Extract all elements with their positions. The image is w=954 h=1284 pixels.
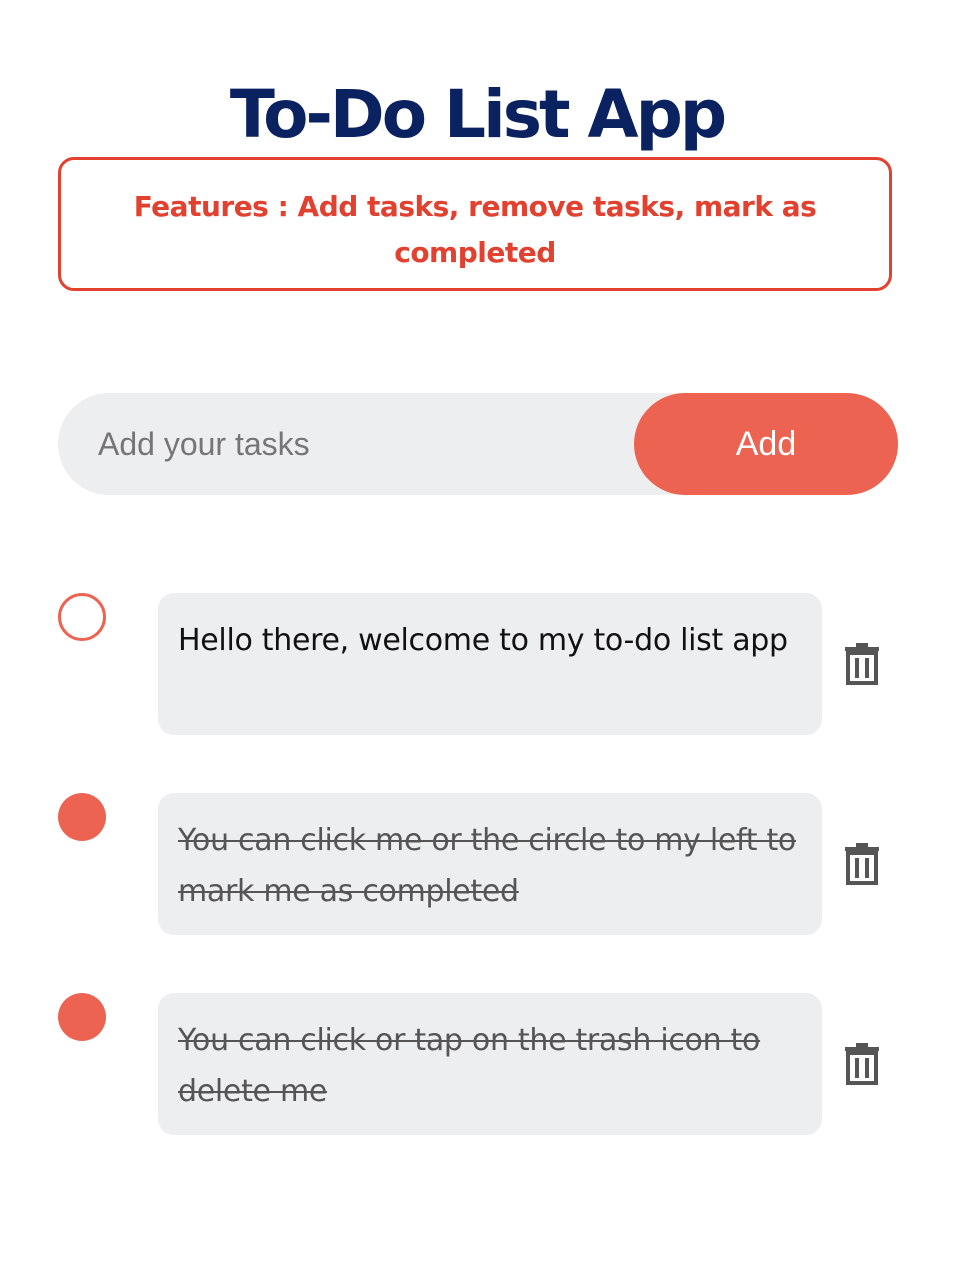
task-text[interactable]: You can click or tap on the trash icon t… [158, 993, 822, 1135]
add-button[interactable]: Add [634, 393, 898, 495]
circle-icon[interactable] [58, 793, 106, 841]
trash-icon[interactable] [844, 1043, 880, 1085]
task-item: Hello there, welcome to my to-do list ap… [58, 593, 898, 735]
task-item: You can click or tap on the trash icon t… [58, 993, 898, 1135]
todo-app: To-Do List App Features : Add tasks, rem… [0, 0, 954, 1284]
task-text[interactable]: You can click me or the circle to my lef… [158, 793, 822, 935]
features-banner: Features : Add tasks, remove tasks, mark… [58, 157, 892, 291]
page-title: To-Do List App [229, 76, 727, 154]
trash-icon[interactable] [844, 643, 880, 685]
add-task-bar: Add [58, 393, 898, 495]
task-item: You can click me or the circle to my lef… [58, 793, 898, 935]
task-input[interactable] [58, 393, 618, 495]
task-text[interactable]: Hello there, welcome to my to-do list ap… [158, 593, 822, 735]
circle-icon[interactable] [58, 593, 106, 641]
circle-icon[interactable] [58, 993, 106, 1041]
trash-icon[interactable] [844, 843, 880, 885]
